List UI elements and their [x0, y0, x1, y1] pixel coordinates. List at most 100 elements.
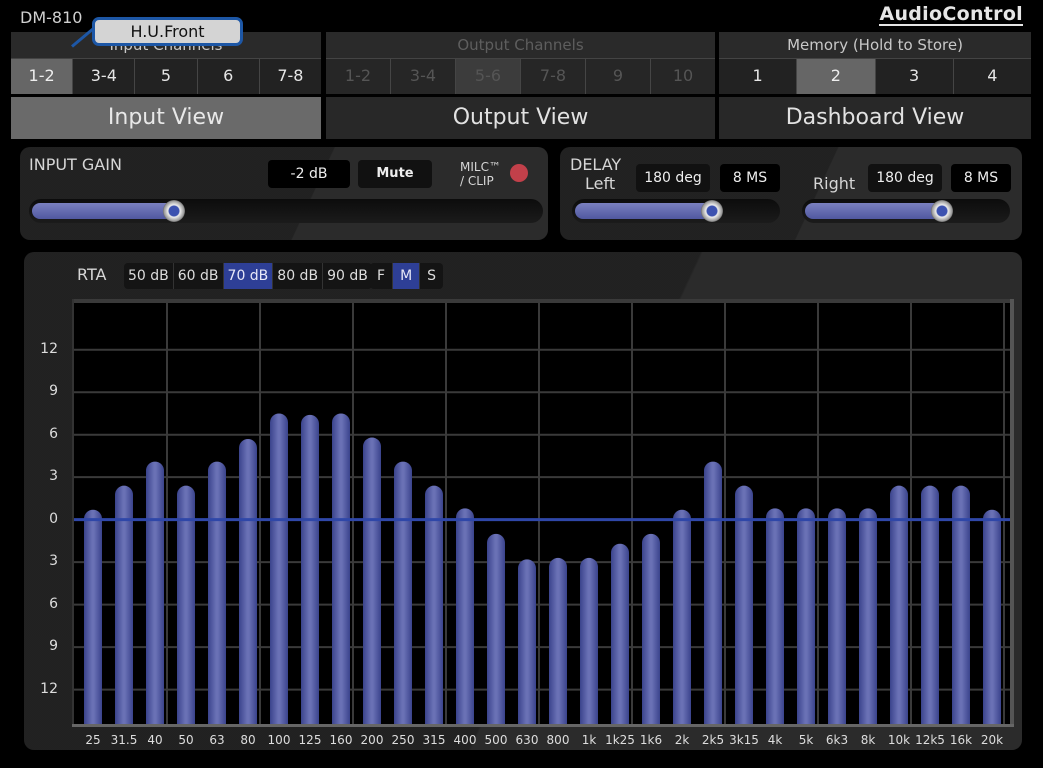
memory-group: Memory (Hold to Store) 1234	[719, 32, 1031, 94]
rta-bar-630	[518, 559, 536, 735]
device-model: DM-810	[20, 8, 83, 27]
delay-right-label: Right	[813, 174, 856, 193]
delay-right-phase[interactable]: 180 deg	[868, 164, 942, 192]
y-tick-label: 6	[49, 425, 58, 442]
delay-left-time[interactable]: 8 MS	[720, 164, 780, 192]
output-channels-group: Output Channels 1-2 3-4 5-6 7-8 9 10	[326, 32, 715, 94]
rta-bar-125	[301, 414, 319, 735]
rta-bar-80	[239, 438, 257, 735]
x-tick-label: 20k	[980, 733, 1004, 747]
output-channels-title: Output Channels	[326, 32, 715, 59]
rta-bar-12k5	[921, 485, 939, 735]
rta-bar-500	[487, 533, 505, 735]
rta-speed-selector: FMS	[370, 263, 444, 289]
input-channel-button-3-4[interactable]: 3-4	[73, 59, 136, 94]
mute-button[interactable]: Mute	[358, 160, 432, 188]
output-channel-button-7-8: 7-8	[521, 59, 586, 94]
milc-label-line1: MILC™	[460, 160, 501, 174]
plot-frame-bottom	[72, 724, 1014, 727]
rta-bar-31.5	[115, 485, 133, 735]
rta-bar-200	[363, 437, 381, 735]
rta-bar-800	[549, 557, 567, 735]
memory-button-2[interactable]: 2	[797, 59, 876, 94]
rta-level-90db[interactable]: 90 dB	[323, 263, 372, 289]
input-gain-slider-fill	[32, 203, 175, 219]
y-tick-label: 12	[40, 340, 58, 357]
rta-level-50db[interactable]: 50 dB	[124, 263, 174, 289]
rta-bar-315	[425, 485, 443, 735]
rta-bar-1k	[580, 557, 598, 735]
delay-label: DELAY	[570, 155, 622, 174]
rta-bar-3k15	[735, 485, 753, 735]
tab-dashboard-view[interactable]: Dashboard View	[719, 97, 1031, 139]
tab-input-view[interactable]: Input View	[11, 97, 321, 139]
rta-bar-1k6	[642, 533, 660, 735]
rta-bar-160	[332, 413, 350, 735]
delay-left-phase[interactable]: 180 deg	[636, 164, 710, 192]
plot-frame-left	[72, 299, 74, 727]
delay-right-slider[interactable]	[802, 199, 1010, 223]
y-tick-label: 6	[49, 595, 58, 612]
memory-button-4[interactable]: 4	[953, 59, 1031, 94]
rta-bar-400	[456, 508, 474, 735]
y-tick-label: 3	[49, 468, 58, 485]
rta-bar-100	[270, 413, 288, 735]
rta-bar-50	[177, 485, 195, 735]
delay-panel: DELAY Left 180 deg 8 MS Right 180 deg 8 …	[560, 147, 1022, 240]
clip-indicator-icon	[510, 164, 528, 182]
milc-label-line2: / CLIP	[460, 174, 494, 188]
rta-speed-f[interactable]: F	[370, 263, 394, 289]
rta-bar-20k	[983, 509, 1001, 735]
input-gain-slider[interactable]	[29, 199, 543, 223]
rta-level-80db[interactable]: 80 dB	[273, 263, 324, 289]
tab-output-view[interactable]: Output View	[326, 97, 715, 139]
rta-chart	[74, 303, 1012, 735]
delay-right-time[interactable]: 8 MS	[951, 164, 1011, 192]
delay-right-slider-knob[interactable]	[931, 200, 954, 222]
input-gain-panel: INPUT GAIN -2 dB Mute MILC™ / CLIP	[20, 147, 548, 240]
rta-bar-4k	[766, 508, 784, 735]
rta-bar-10k	[890, 485, 908, 735]
plot-frame-top	[72, 299, 1014, 303]
memory-button-3[interactable]: 3	[875, 59, 954, 94]
rta-speed-m[interactable]: M	[393, 263, 421, 289]
input-gain-value[interactable]: -2 dB	[268, 160, 350, 188]
delay-left-slider[interactable]	[572, 199, 780, 223]
input-channel-button-7-8[interactable]: 7-8	[259, 59, 322, 94]
delay-left-slider-fill	[575, 203, 713, 219]
output-channel-button-9: 9	[586, 59, 651, 94]
input-channel-button-1-2[interactable]: 1-2	[11, 59, 74, 94]
delay-right-slider-fill	[805, 203, 943, 219]
output-channel-button-1-2: 1-2	[326, 59, 391, 94]
rta-bar-2k5	[704, 461, 722, 735]
milc-label: MILC™ / CLIP	[460, 160, 501, 188]
rta-level-60db[interactable]: 60 dB	[174, 263, 224, 289]
rta-speed-s[interactable]: S	[420, 263, 443, 289]
rta-bar-2k	[673, 509, 691, 735]
rta-label: RTA	[77, 265, 107, 284]
output-channel-button-5-6: 5-6	[456, 59, 521, 94]
rta-bar-1k25	[611, 543, 629, 735]
rta-bar-25	[84, 509, 102, 735]
channel-name-tooltip: H.U.Front	[92, 17, 243, 46]
input-channel-button-5[interactable]: 5	[135, 59, 198, 94]
rta-bar-250	[394, 461, 412, 735]
brand-logo: AudioControl	[879, 3, 1023, 26]
output-channel-button-3-4: 3-4	[391, 59, 456, 94]
y-tick-label: 9	[49, 383, 58, 400]
y-tick-label: 9	[49, 638, 58, 655]
memory-button-1[interactable]: 1	[719, 59, 798, 94]
input-channel-button-6[interactable]: 6	[197, 59, 260, 94]
y-tick-label: 3	[49, 553, 58, 570]
rta-bar-5k	[797, 508, 815, 735]
rta-bar-6k3	[828, 508, 846, 735]
rta-level-70db[interactable]: 70 dB	[223, 263, 274, 289]
y-tick-label: 0	[49, 510, 58, 527]
input-gain-slider-knob[interactable]	[163, 200, 186, 222]
output-channel-button-10: 10	[651, 59, 715, 94]
rta-bar-63	[208, 461, 226, 735]
rta-plot-area	[74, 303, 1012, 735]
delay-left-slider-knob[interactable]	[701, 200, 724, 222]
input-gain-label: INPUT GAIN	[29, 155, 122, 174]
rta-bar-40	[146, 461, 164, 735]
